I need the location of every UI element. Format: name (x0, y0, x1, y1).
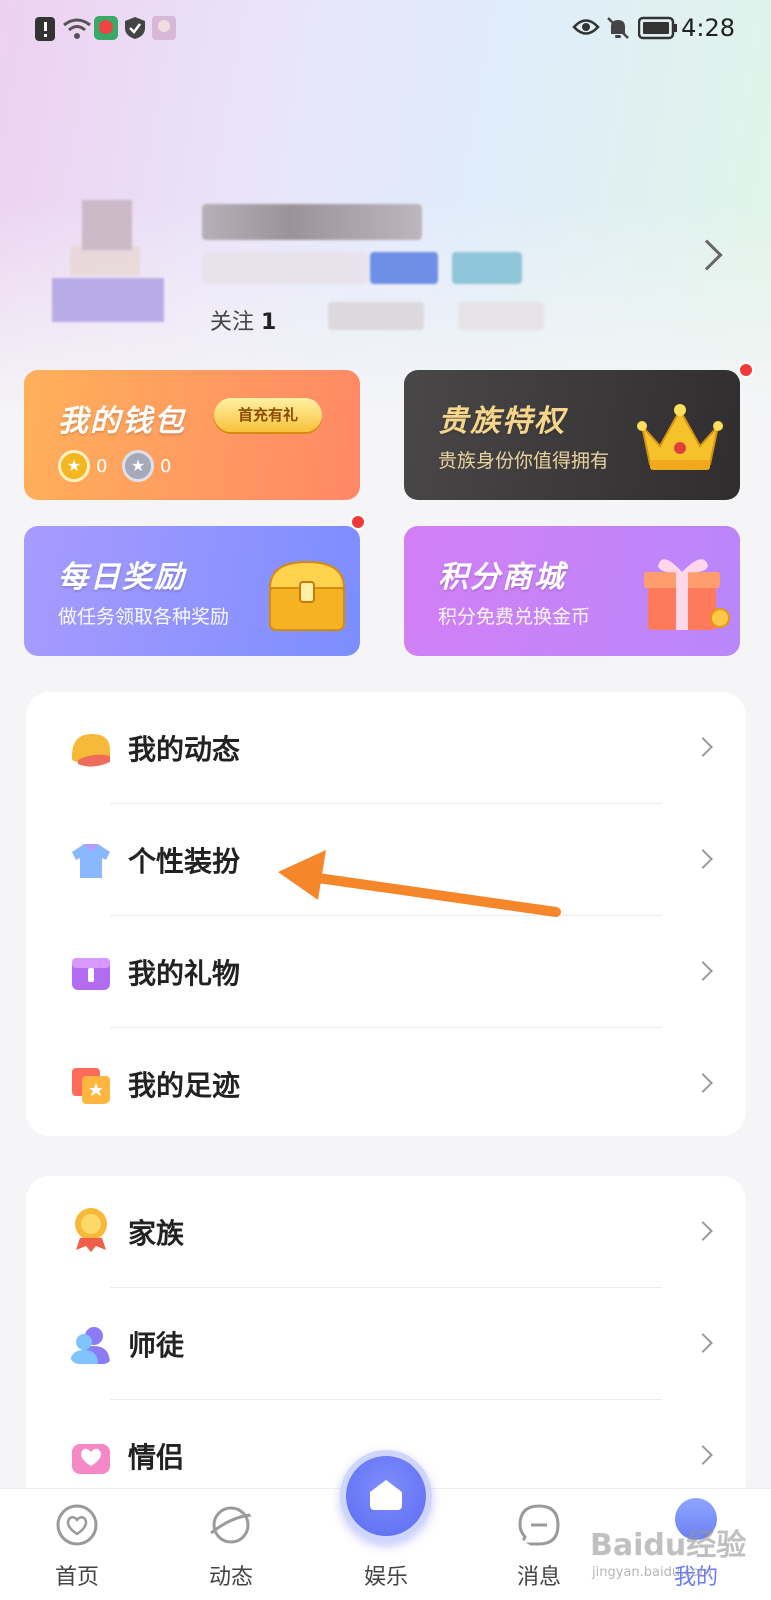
wallet-card[interactable]: 我的钱包 首充有礼 ★ 0 ★ 0 (24, 370, 360, 500)
tab-messages[interactable]: 消息 (484, 1489, 594, 1600)
watermark: Baidu经验 (590, 1528, 747, 1563)
silver-coin-icon: ★ (122, 450, 154, 482)
tag-badge-mosaic (452, 252, 522, 284)
planet-icon (210, 1506, 252, 1544)
daily-reward-card[interactable]: 每日奖励 做任务领取各种奖励 (24, 526, 360, 656)
chevron-right-icon (693, 961, 713, 981)
wallet-title: 我的钱包 (58, 404, 186, 439)
points-mall-card[interactable]: 积分商城 积分免费兑换金币 (404, 526, 740, 656)
crown-icon (637, 404, 723, 470)
daily-title: 每日奖励 (58, 560, 186, 595)
follow-count: 1 (261, 310, 277, 335)
shield-icon (125, 17, 145, 39)
battery-icon (638, 16, 677, 40)
heart-circle-icon (56, 1504, 98, 1546)
gift-box-icon (72, 958, 110, 990)
menu-item-customization[interactable]: 个性装扮 (26, 804, 746, 916)
menu-group-primary: 我的动态 个性装扮 我的礼物 我的足迹 (26, 692, 746, 1136)
treasure-chest-icon (268, 560, 346, 631)
tab-feed[interactable]: 动态 (176, 1489, 286, 1600)
profile-chevron-icon (691, 239, 723, 271)
chevron-right-icon (693, 849, 713, 869)
menu-item-mentor[interactable]: 师徒 (26, 1288, 746, 1400)
first-recharge-badge[interactable]: 首充有礼 (214, 398, 322, 432)
mentor-icon (70, 1327, 110, 1364)
status-bar: 4:28 (0, 0, 771, 58)
noble-card[interactable]: 贵族特权 贵族身份你值得拥有 (404, 370, 740, 500)
mall-title: 积分商城 (438, 560, 566, 595)
daily-notification-dot (350, 514, 366, 530)
medal-icon (75, 1208, 107, 1252)
mall-subtitle: 积分免费兑换金币 (438, 606, 591, 628)
profile-header[interactable]: 关注 1 (48, 180, 728, 340)
menu-label-footprints: 我的足迹 (128, 1069, 241, 1102)
menu-label-mentor: 师徒 (128, 1329, 185, 1362)
menu-item-footprints[interactable]: 我的足迹 (26, 1028, 746, 1136)
avatar[interactable] (48, 190, 170, 326)
couple-icon (72, 1444, 110, 1474)
menu-item-my-feed[interactable]: 我的动态 (26, 692, 746, 804)
app-notify-icon (94, 16, 118, 40)
chevron-right-icon (693, 737, 713, 757)
daily-subtitle: 做任务领取各种奖励 (58, 606, 230, 628)
level-badge-mosaic (370, 252, 438, 284)
chat-icon (518, 1504, 560, 1546)
helmet-icon (72, 734, 110, 767)
id-mosaic (202, 252, 368, 284)
gold-coin-value: 0 (96, 456, 108, 477)
menu-label-couple: 情侣 (128, 1441, 185, 1474)
tab-home[interactable]: 首页 (22, 1489, 132, 1600)
menu-item-my-gifts[interactable]: 我的礼物 (26, 916, 746, 1028)
menu-item-family[interactable]: 家族 (26, 1176, 746, 1288)
entertainment-center-button[interactable] (340, 1450, 432, 1542)
tab-home-label: 首页 (54, 1565, 99, 1590)
eye-icon (572, 19, 600, 35)
gold-coin-icon: ★ (58, 450, 90, 482)
wifi-icon (63, 18, 91, 39)
menu-label-customization: 个性装扮 (128, 845, 241, 878)
tab-entertainment-label: 娱乐 (363, 1565, 408, 1590)
follow-stat[interactable]: 关注 1 (210, 304, 276, 336)
alert-icon (35, 17, 55, 41)
home-heart-icon (370, 1480, 402, 1510)
extra-stat-mosaic (458, 302, 544, 330)
watermark-url: jingyan.baidu.com (592, 1565, 712, 1580)
menu-label-family: 家族 (128, 1217, 185, 1250)
username-mosaic (202, 204, 422, 240)
tab-feed-label: 动态 (208, 1565, 253, 1590)
chevron-right-icon (693, 1073, 713, 1093)
fans-mosaic (328, 302, 424, 330)
gift-icon (644, 559, 730, 630)
noble-title: 贵族特权 (438, 404, 566, 439)
avatar-notify-icon (152, 16, 176, 40)
menu-label-my-feed: 我的动态 (128, 733, 241, 766)
noble-subtitle: 贵族身份你值得拥有 (438, 450, 610, 472)
silver-coin-value: 0 (160, 456, 172, 477)
tab-messages-label: 消息 (516, 1565, 561, 1590)
bell-off-icon (607, 17, 629, 39)
status-time: 4:28 (681, 14, 735, 42)
footprint-icon (72, 1068, 110, 1104)
noble-notification-dot (738, 362, 754, 378)
chevron-right-icon (693, 1333, 713, 1353)
shirt-icon (72, 844, 110, 878)
chevron-right-icon (693, 1221, 713, 1241)
menu-label-my-gifts: 我的礼物 (128, 957, 241, 990)
chevron-right-icon (693, 1445, 713, 1465)
follow-label: 关注 (210, 310, 255, 335)
